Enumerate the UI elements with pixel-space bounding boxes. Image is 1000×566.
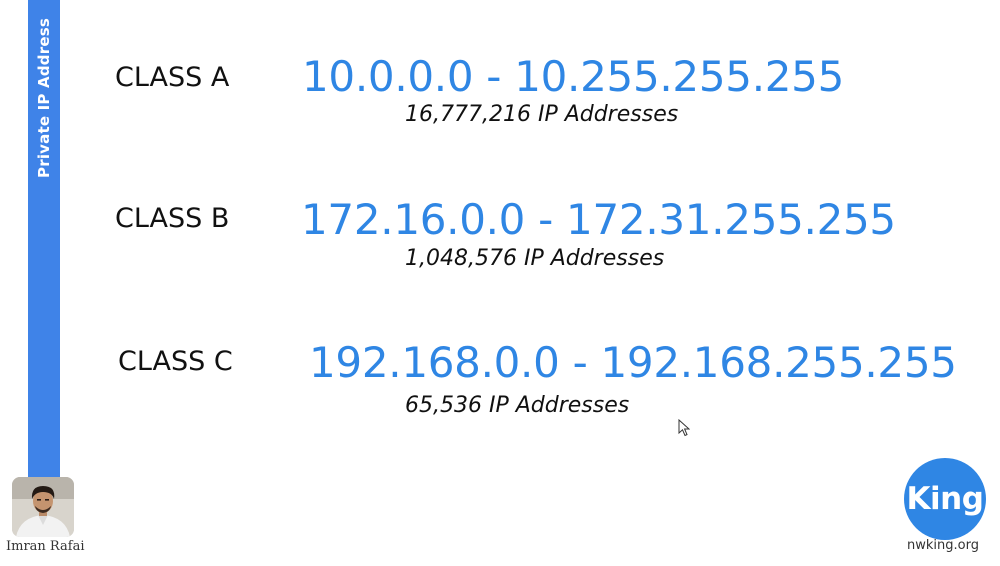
class-c-range: 192.168.0.0 - 192.168.255.255 xyxy=(309,338,957,387)
class-a-range: 10.0.0.0 - 10.255.255.255 xyxy=(302,52,845,101)
presenter-avatar xyxy=(12,477,74,537)
class-c-label: CLASS C xyxy=(118,346,233,377)
presenter-photo-icon xyxy=(12,477,74,537)
class-c-count: 65,536 IP Addresses xyxy=(405,393,630,418)
class-a-label: CLASS A xyxy=(115,62,230,93)
mouse-pointer-icon xyxy=(678,419,690,437)
class-a-count: 16,777,216 IP Addresses xyxy=(405,102,679,127)
class-b-range: 172.16.0.0 - 172.31.255.255 xyxy=(301,195,896,244)
site-url: nwking.org xyxy=(907,538,979,553)
slide: Private IP Address CLASS A 10.0.0.0 - 10… xyxy=(0,0,1000,566)
logo-text: King xyxy=(906,481,984,517)
side-title: Private IP Address xyxy=(35,18,53,178)
class-b-count: 1,048,576 IP Addresses xyxy=(405,246,665,271)
class-b-label: CLASS B xyxy=(115,203,230,234)
side-title-bar: Private IP Address xyxy=(28,0,60,478)
presenter-name: Imran Rafai xyxy=(6,539,85,554)
king-logo: King xyxy=(904,458,986,540)
